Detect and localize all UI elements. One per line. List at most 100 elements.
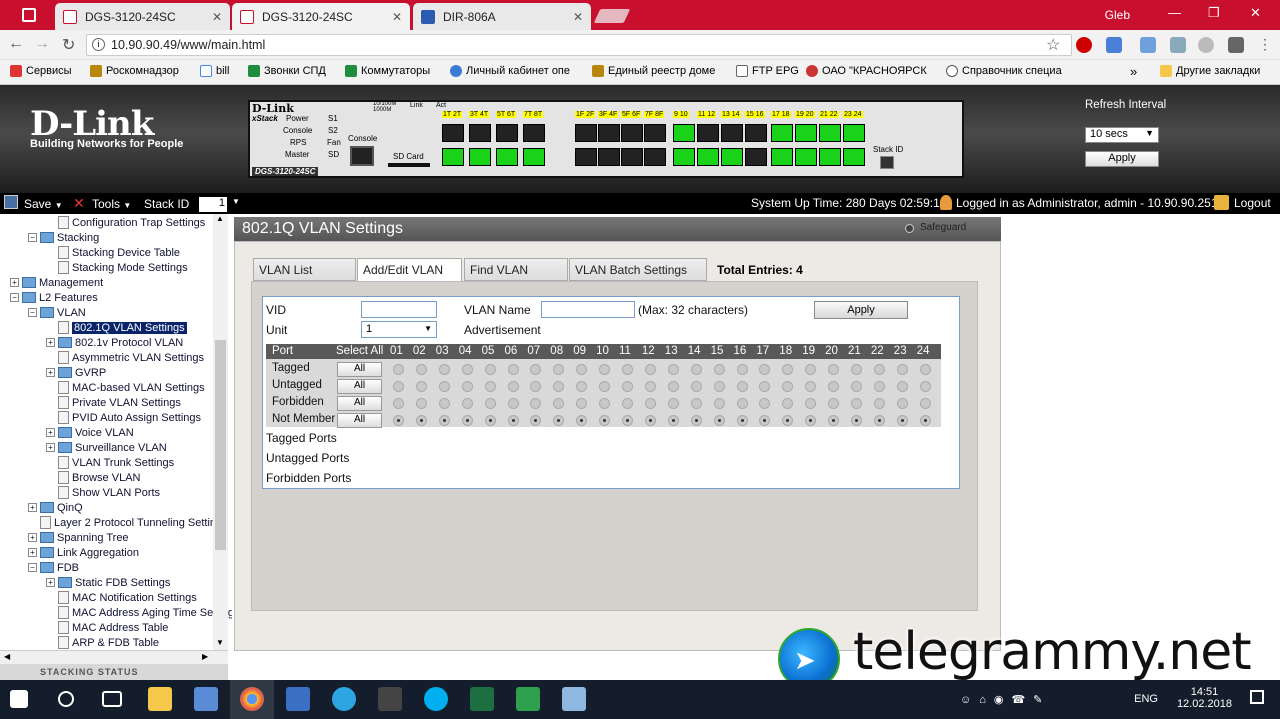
port-radio[interactable]: [461, 415, 473, 426]
browser-tab-3[interactable]: DIR-806A ✕: [413, 3, 591, 30]
maximize-icon[interactable]: ❐: [1208, 5, 1220, 21]
logout-button[interactable]: Logout: [1234, 196, 1271, 210]
port-radio[interactable]: [622, 415, 633, 426]
port-radio[interactable]: [873, 415, 885, 426]
tree-item[interactable]: − Stacking: [28, 230, 99, 245]
select-all-button[interactable]: All: [337, 379, 382, 394]
other-bookmarks[interactable]: Другие закладки: [1160, 65, 1260, 77]
tree-item[interactable]: + QinQ: [28, 500, 83, 515]
port-radio[interactable]: [713, 398, 725, 409]
port-radio[interactable]: [873, 398, 885, 409]
tree-item[interactable]: PVID Auto Assign Settings: [46, 410, 201, 425]
port-radio[interactable]: [507, 415, 519, 426]
port-radio[interactable]: [622, 364, 633, 375]
port-radio[interactable]: [736, 415, 748, 426]
browser-tab-1[interactable]: DGS-3120-24SC ✕: [55, 3, 230, 30]
port-radio[interactable]: [644, 415, 656, 426]
port-radio[interactable]: [484, 398, 496, 409]
port-radio[interactable]: [690, 415, 702, 426]
port-radio[interactable]: [896, 415, 908, 426]
bookmark-item[interactable]: Сервисы: [10, 65, 72, 77]
expand-icon[interactable]: +: [46, 428, 55, 437]
bookmark-item[interactable]: FTP EPG: [736, 65, 799, 77]
abp-extension-icon[interactable]: [1076, 37, 1092, 53]
port-radio[interactable]: [461, 398, 473, 409]
tree-item[interactable]: ARP & FDB Table: [46, 635, 159, 650]
stack-id-select[interactable]: 1: [199, 197, 227, 212]
task-view-icon[interactable]: [102, 691, 122, 707]
scroll-left-icon[interactable]: ◀: [4, 652, 10, 661]
expand-icon[interactable]: +: [28, 503, 37, 512]
windows-start-icon[interactable]: [10, 690, 28, 708]
port-radio[interactable]: [393, 398, 404, 409]
port-radio[interactable]: [622, 381, 633, 392]
refresh-interval-select[interactable]: 10 secs ▼: [1085, 127, 1159, 143]
port-radio[interactable]: [690, 398, 702, 409]
vid-input[interactable]: [361, 301, 437, 318]
bookmark-item[interactable]: Справочник специа: [946, 65, 1062, 77]
expand-icon[interactable]: +: [10, 278, 19, 287]
back-icon[interactable]: ←: [8, 35, 24, 53]
tree-item[interactable]: Browse VLAN: [46, 470, 140, 485]
minimize-icon[interactable]: —: [1168, 5, 1181, 20]
bookmark-item[interactable]: Коммутаторы: [345, 65, 430, 77]
close-icon[interactable]: ✕: [573, 10, 583, 24]
port-radio[interactable]: [690, 381, 702, 392]
port-radio[interactable]: [736, 364, 748, 375]
bookmark-item[interactable]: Звонки СПД: [248, 65, 326, 77]
port-radio[interactable]: [713, 364, 725, 375]
tree-item[interactable]: + Static FDB Settings: [46, 575, 170, 590]
menu-icon[interactable]: ⋮: [1258, 36, 1272, 53]
port-radio[interactable]: [919, 415, 931, 426]
bookmark-item[interactable]: ОАО "КРАСНОЯРСК: [806, 65, 927, 77]
port-radio[interactable]: [851, 381, 862, 392]
port-radio[interactable]: [415, 381, 427, 392]
excel-icon[interactable]: [470, 687, 494, 711]
port-radio[interactable]: [690, 364, 702, 375]
sheet-app-icon[interactable]: [516, 687, 540, 711]
port-radio[interactable]: [896, 398, 908, 409]
refresh-apply-button[interactable]: Apply: [1085, 151, 1159, 167]
stacking-status-bar[interactable]: Stacking Status: [0, 664, 228, 680]
search-icon[interactable]: [58, 691, 74, 707]
select-all-button[interactable]: All: [337, 362, 382, 377]
port-radio[interactable]: [507, 398, 519, 409]
port-radio[interactable]: [919, 364, 931, 375]
port-radio[interactable]: [851, 364, 862, 375]
save-menu[interactable]: Save ▼: [24, 197, 63, 211]
port-radio[interactable]: [851, 415, 862, 426]
terminal-icon[interactable]: [378, 687, 402, 711]
extension-icon[interactable]: [1228, 37, 1244, 53]
tree-item[interactable]: MAC-based VLAN Settings: [46, 380, 205, 395]
expand-icon[interactable]: +: [46, 338, 55, 347]
app-icon[interactable]: [562, 687, 586, 711]
port-radio[interactable]: [644, 364, 656, 375]
port-radio[interactable]: [667, 415, 679, 426]
dropdown-arrow-icon[interactable]: ▼: [232, 197, 240, 206]
bookmark-star-icon[interactable]: ☆: [1046, 35, 1060, 55]
notifications-icon[interactable]: [1250, 690, 1264, 704]
tree-item[interactable]: MAC Address Aging Time Settings: [46, 605, 240, 620]
tree-item[interactable]: Show VLAN Ports: [46, 485, 160, 500]
bookmark-item[interactable]: bill: [200, 65, 229, 77]
translate-extension-icon[interactable]: [1106, 37, 1122, 53]
tree-item[interactable]: Stacking Mode Settings: [46, 260, 188, 275]
tree-item[interactable]: + GVRP: [46, 365, 106, 380]
port-radio[interactable]: [851, 398, 862, 409]
tree-item[interactable]: 802.1Q VLAN Settings: [46, 320, 187, 335]
expand-icon[interactable]: +: [28, 533, 37, 542]
language-indicator[interactable]: ENG: [1134, 693, 1158, 705]
collapse-icon[interactable]: −: [28, 308, 37, 317]
port-radio[interactable]: [461, 364, 473, 375]
select-all-button[interactable]: All: [337, 413, 382, 428]
network-app-icon[interactable]: [286, 687, 310, 711]
tab-vlan-batch-settings[interactable]: VLAN Batch Settings: [569, 258, 707, 281]
port-radio[interactable]: [896, 381, 908, 392]
tab-find-vlan[interactable]: Find VLAN: [464, 258, 568, 281]
port-radio[interactable]: [507, 381, 519, 392]
close-window-icon[interactable]: ✕: [1250, 5, 1261, 21]
browser-tab-2[interactable]: DGS-3120-24SC ✕: [232, 3, 410, 30]
port-radio[interactable]: [438, 415, 450, 426]
port-radio[interactable]: [736, 398, 748, 409]
tree-item[interactable]: Asymmetric VLAN Settings: [46, 350, 204, 365]
